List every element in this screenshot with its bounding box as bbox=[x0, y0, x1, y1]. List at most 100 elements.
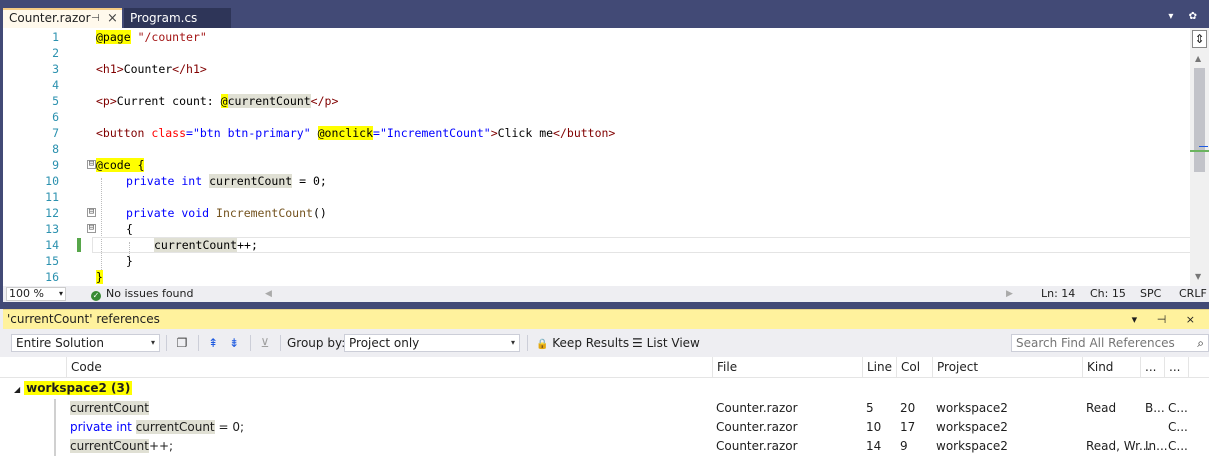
column-header-col[interactable]: Col bbox=[896, 357, 932, 378]
group-by-combo[interactable]: Project only ▾ bbox=[344, 334, 520, 352]
line-number: 2 bbox=[52, 46, 59, 60]
line-number: 9 bbox=[52, 158, 59, 172]
line-ending-indicator[interactable]: CRLF bbox=[1179, 286, 1207, 302]
code-line: 4 bbox=[3, 77, 1193, 93]
project-cell: workspace2 bbox=[936, 439, 1008, 453]
column-header-filler bbox=[1188, 357, 1209, 378]
line-number: 12 bbox=[45, 206, 59, 220]
group-label: workspace2 (3) bbox=[24, 381, 133, 395]
code-line: 2 bbox=[3, 45, 1193, 61]
keep-results-label: Keep Results bbox=[552, 336, 630, 350]
vertical-scrollbar[interactable]: ⇕ ▲ ▼ bbox=[1190, 28, 1209, 286]
scroll-left-icon[interactable]: ◀ bbox=[265, 286, 272, 302]
code-text: } bbox=[126, 254, 133, 268]
previous-location-icon[interactable]: ⇞ bbox=[205, 335, 221, 351]
pin-icon[interactable]: ⊣ bbox=[91, 10, 100, 27]
expand-arrow-icon[interactable]: ◢ bbox=[14, 385, 20, 394]
references-toolbar: Entire Solution ▾ ❐ ⇞ ⇟ ⊻ Group by: Proj… bbox=[0, 331, 1209, 355]
copy-icon[interactable]: ❐ bbox=[174, 335, 190, 351]
scope-combo[interactable]: Entire Solution ▾ bbox=[11, 334, 160, 352]
column-header-file[interactable]: File bbox=[712, 357, 862, 378]
check-circle-icon: ✓ bbox=[91, 291, 101, 301]
search-input[interactable] bbox=[1012, 335, 1182, 351]
column-header-more[interactable]: ... bbox=[1140, 357, 1164, 378]
code-text: { bbox=[126, 222, 133, 236]
code-line: 11 bbox=[3, 189, 1193, 205]
code-text: private int currentCount = 0; bbox=[126, 174, 327, 188]
tab-label: Program.cs bbox=[130, 11, 198, 25]
list-view-button[interactable]: ☰ List View bbox=[632, 331, 700, 355]
scroll-up-icon[interactable]: ▲ bbox=[1195, 54, 1201, 63]
code-cell: currentCount bbox=[70, 401, 149, 415]
toolbar-separator bbox=[280, 335, 281, 351]
table-row[interactable]: currentCount Counter.razor 5 20 workspac… bbox=[0, 399, 1209, 418]
code-text: <h1>Counter</h1> bbox=[96, 62, 207, 76]
column-header-project[interactable]: Project bbox=[932, 357, 1082, 378]
search-box[interactable]: ⌕ bbox=[1011, 334, 1209, 352]
column-header-kind[interactable]: Kind bbox=[1082, 357, 1140, 378]
zoom-value: 100 % bbox=[9, 287, 44, 300]
issues-indicator[interactable]: ✓ No issues found bbox=[91, 286, 193, 302]
close-icon[interactable]: × bbox=[107, 10, 118, 27]
split-window-icon[interactable]: ⇕ bbox=[1192, 30, 1207, 48]
toolbar-separator bbox=[527, 335, 528, 351]
tab-label: Counter.razor bbox=[9, 11, 91, 25]
panel-splitter[interactable] bbox=[0, 302, 1209, 309]
extra-cell: C... bbox=[1168, 401, 1188, 415]
column-indicator[interactable]: Ch: 15 bbox=[1090, 286, 1126, 302]
tab-counter-razor[interactable]: Counter.razor ⊣ × bbox=[3, 8, 122, 28]
line-indicator[interactable]: Ln: 14 bbox=[1041, 286, 1075, 302]
code-line: 16 } bbox=[3, 269, 1193, 285]
col-cell: 9 bbox=[900, 439, 908, 453]
line-number: 3 bbox=[52, 62, 59, 76]
table-row[interactable]: private int currentCount = 0; Counter.ra… bbox=[0, 418, 1209, 437]
column-header-line[interactable]: Line bbox=[862, 357, 896, 378]
toolbar-separator bbox=[198, 335, 199, 351]
column-header-code[interactable]: Code bbox=[66, 357, 712, 378]
next-location-icon[interactable]: ⇟ bbox=[226, 335, 242, 351]
window-controls-icon[interactable]: ▾ ⊣ × bbox=[1132, 310, 1203, 329]
line-number: 1 bbox=[52, 30, 59, 44]
tab-overflow-icon[interactable]: ▾ ✿ bbox=[1168, 11, 1203, 22]
code-line: 13 { bbox=[3, 221, 1193, 237]
file-cell: Counter.razor bbox=[716, 401, 798, 415]
line-number: 6 bbox=[52, 110, 59, 124]
editor-status-bar: 100 % ▾ ✓ No issues found ◀ ▶ Ln: 14 Ch: … bbox=[0, 286, 1209, 302]
code-line: 8 bbox=[3, 141, 1193, 157]
file-cell: Counter.razor bbox=[716, 420, 798, 434]
group-by-value: Project only bbox=[349, 336, 420, 350]
line-number: 4 bbox=[52, 78, 59, 92]
document-tab-strip: Counter.razor ⊣ × Program.cs ▾ ✿ bbox=[0, 0, 1209, 28]
scroll-thumb[interactable] bbox=[1194, 68, 1205, 172]
line-number: 5 bbox=[52, 94, 59, 108]
chevron-down-icon: ▾ bbox=[510, 338, 515, 347]
references-grid[interactable]: Code File Line Col Project Kind ... ... … bbox=[0, 357, 1209, 476]
col-cell: 17 bbox=[900, 420, 916, 434]
zoom-combo[interactable]: 100 % ▾ bbox=[6, 287, 66, 301]
code-text: private void IncrementCount() bbox=[126, 206, 327, 220]
search-icon[interactable]: ⌕ bbox=[1197, 335, 1204, 351]
code-lines[interactable]: ⊟ ⊟ ⊟ 1 @page "/counter" 2 3 <h1>Counter… bbox=[3, 28, 1194, 286]
tool-window-title: 'currentCount' references bbox=[7, 312, 160, 326]
code-text: currentCount++; bbox=[154, 238, 258, 252]
kind-cell: Read bbox=[1086, 401, 1117, 415]
find-all-references-panel: 'currentCount' references ▾ ⊣ × Entire S… bbox=[0, 309, 1209, 476]
scroll-right-icon[interactable]: ▶ bbox=[1006, 286, 1013, 302]
scroll-down-icon[interactable]: ▼ bbox=[1195, 272, 1201, 281]
group-node[interactable]: ◢ workspace2 (3) bbox=[14, 380, 133, 398]
table-row[interactable]: currentCount++; Counter.razor 14 9 works… bbox=[0, 437, 1209, 456]
tab-program-cs[interactable]: Program.cs bbox=[124, 8, 231, 28]
clear-filter-icon[interactable]: ⊻ bbox=[257, 335, 273, 351]
whitespace-indicator[interactable]: SPC bbox=[1140, 286, 1161, 302]
code-editor[interactable]: ⊟ ⊟ ⊟ 1 @page "/counter" 2 3 <h1>Counter… bbox=[0, 28, 1209, 286]
line-cell: 10 bbox=[866, 420, 882, 434]
code-cell: currentCount++; bbox=[70, 439, 174, 453]
keep-results-button[interactable]: 🔒 Keep Results bbox=[536, 331, 629, 357]
file-cell: Counter.razor bbox=[716, 439, 798, 453]
scope-value: Entire Solution bbox=[16, 336, 104, 350]
extra-cell: C... bbox=[1168, 439, 1188, 453]
column-header-more[interactable]: ... bbox=[1164, 357, 1188, 378]
lock-icon: 🔒 bbox=[536, 339, 549, 350]
col-cell: 20 bbox=[900, 401, 916, 415]
code-text: } bbox=[96, 270, 103, 284]
